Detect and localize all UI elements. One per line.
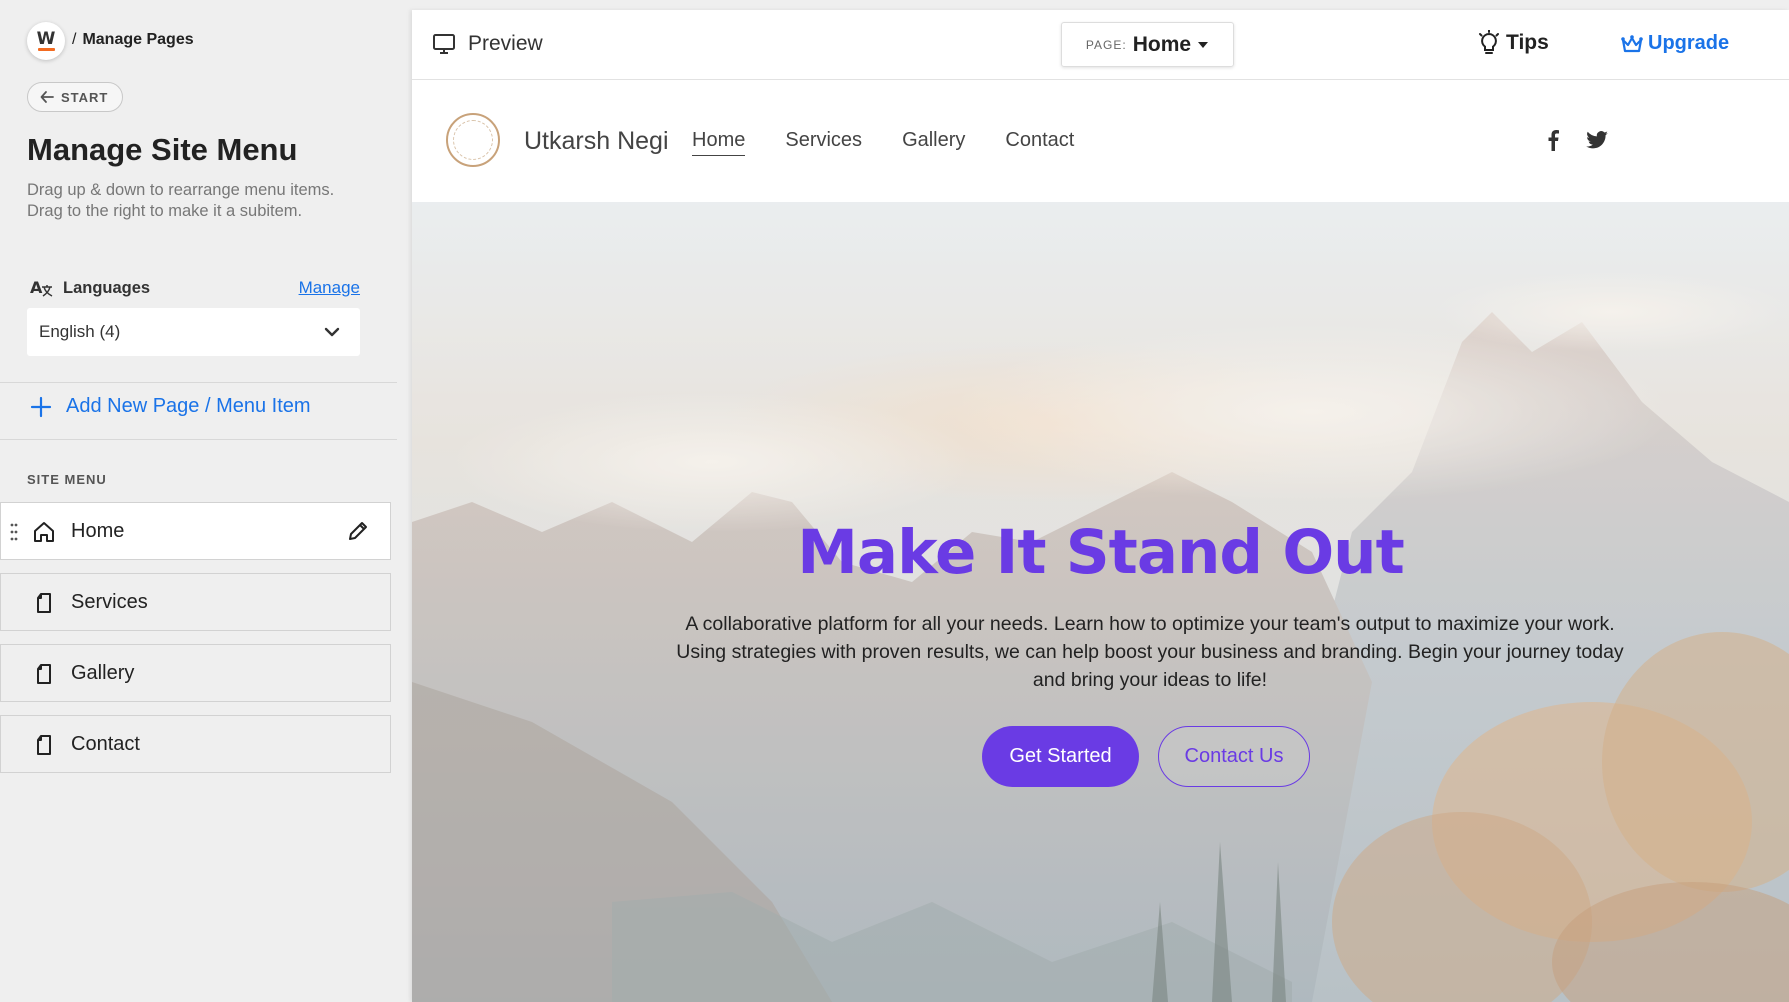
- tips-button[interactable]: Tips: [1478, 30, 1549, 56]
- preview-button[interactable]: Preview: [432, 32, 543, 56]
- upgrade-label: Upgrade: [1648, 32, 1730, 54]
- sidebar: W / Manage Pages START Manage Site Menu D…: [0, 0, 410, 1002]
- translate-icon: A: [30, 278, 53, 297]
- svg-text:A: A: [30, 278, 43, 297]
- home-icon: [34, 522, 54, 542]
- site-editor: W / Manage Pages START Manage Site Menu D…: [0, 0, 1789, 1002]
- site-nav-home[interactable]: Home: [692, 129, 746, 156]
- contact-us-button[interactable]: Contact Us: [1158, 726, 1310, 787]
- menu-item-label: Contact: [71, 733, 140, 755]
- page-select-value: Home: [1132, 32, 1192, 56]
- page-icon: [37, 735, 51, 755]
- monitor-icon: [433, 34, 455, 54]
- site-logo-inner: [453, 120, 493, 160]
- get-started-button[interactable]: Get Started: [982, 726, 1139, 787]
- site-header: Utkarsh Negi Home Services Gallery Conta…: [412, 81, 1789, 202]
- menu-item-contact[interactable]: Contact: [0, 715, 391, 773]
- site-menu-list: Home Services Gallery Contact: [0, 502, 391, 786]
- editor-toolbar: Preview PAGE: Home Tips Upgrade: [412, 10, 1789, 80]
- add-page-label: Add New Page / Menu Item: [66, 395, 311, 417]
- page-select-label: PAGE:: [1085, 37, 1127, 52]
- hero-section: Make It Stand Out A collaborative platfo…: [412, 202, 1789, 1002]
- caret-down-icon: [1198, 41, 1209, 48]
- hero-text: A collaborative platform for all your ne…: [676, 613, 1624, 691]
- hero-title: Make It Stand Out: [797, 517, 1405, 588]
- divider: [0, 439, 397, 440]
- language-select[interactable]: English (4): [27, 308, 360, 356]
- site-name[interactable]: Utkarsh Negi: [524, 127, 669, 156]
- drag-handle-icon[interactable]: [10, 522, 18, 542]
- upgrade-button[interactable]: Upgrade: [1620, 32, 1729, 55]
- page-description: Drag up & down to rearrange menu items. …: [27, 181, 335, 220]
- divider: [0, 382, 397, 383]
- menu-item-services[interactable]: Services: [0, 573, 391, 631]
- crown-icon: [1621, 34, 1643, 52]
- menu-item-label: Services: [71, 591, 148, 613]
- site-nav-contact[interactable]: Contact: [1005, 129, 1074, 156]
- languages-manage-link[interactable]: Manage: [299, 278, 360, 298]
- site-menu-label: SITE MENU: [27, 472, 107, 487]
- page-icon: [37, 593, 51, 613]
- facebook-icon[interactable]: [1547, 129, 1559, 151]
- menu-item-gallery[interactable]: Gallery: [0, 644, 391, 702]
- app-logo[interactable]: W: [27, 22, 65, 60]
- languages-row: A Languages Manage: [30, 278, 360, 298]
- languages-header: A Languages: [30, 278, 150, 298]
- hero-background-image: [412, 202, 1789, 1002]
- menu-item-label: Gallery: [71, 662, 135, 684]
- twitter-icon[interactable]: [1586, 131, 1608, 149]
- app-logo-underline: [37, 48, 55, 51]
- add-page-button[interactable]: Add New Page / Menu Item: [30, 395, 311, 418]
- site-nav-services[interactable]: Services: [785, 129, 862, 156]
- languages-label: Languages: [63, 278, 151, 297]
- breadcrumb-current: Manage Pages: [82, 31, 194, 48]
- start-button-label: START: [61, 89, 109, 105]
- site-logo[interactable]: [446, 113, 500, 167]
- breadcrumb-separator: /: [72, 31, 77, 48]
- language-select-value: English (4): [39, 322, 121, 341]
- chevron-down-icon: [324, 327, 340, 337]
- preview-label: Preview: [468, 32, 543, 55]
- page-icon: [37, 664, 51, 684]
- site-nav-gallery[interactable]: Gallery: [902, 129, 965, 156]
- site-nav: Home Services Gallery Contact: [692, 129, 1074, 156]
- start-button[interactable]: START: [27, 82, 124, 112]
- app-logo-letter: W: [36, 29, 56, 49]
- page-select[interactable]: PAGE: Home: [1061, 22, 1234, 67]
- lightbulb-icon: [1479, 30, 1499, 54]
- page-title: Manage Site Menu: [27, 132, 298, 167]
- breadcrumb: / Manage Pages: [72, 31, 194, 49]
- menu-item-label: Home: [71, 520, 125, 542]
- arrow-left-icon: [40, 91, 54, 103]
- preview-area: Preview PAGE: Home Tips Upgrade Utkarsh …: [412, 10, 1789, 1002]
- menu-item-home[interactable]: Home: [0, 502, 391, 560]
- plus-icon: [30, 396, 52, 417]
- pencil-icon[interactable]: [346, 519, 370, 543]
- tips-label: Tips: [1506, 31, 1549, 54]
